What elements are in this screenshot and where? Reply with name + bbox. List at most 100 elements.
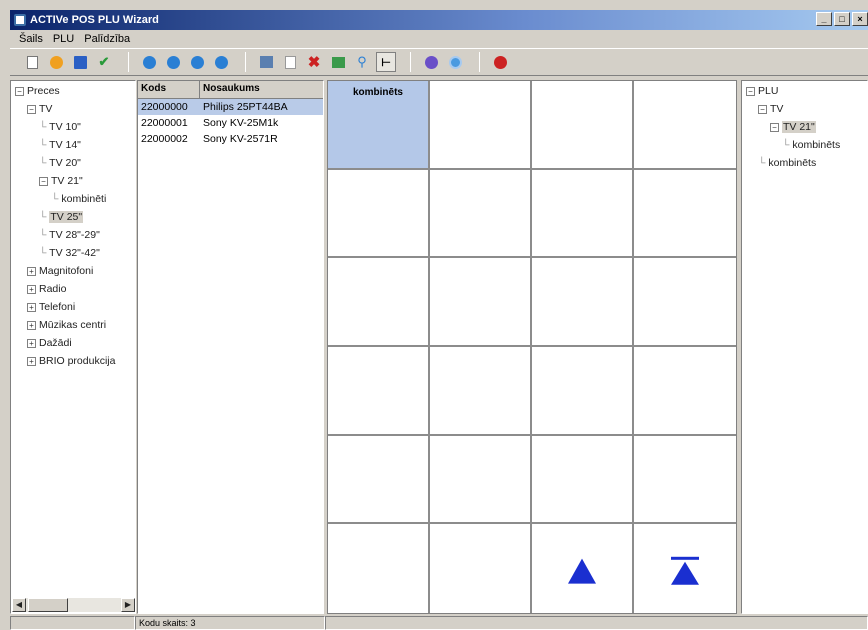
- category-tree-node[interactable]: └ TV 20": [39, 155, 81, 171]
- plu-button[interactable]: kombinēts: [328, 81, 430, 170]
- plu-button[interactable]: [634, 258, 736, 347]
- export-button[interactable]: [328, 52, 348, 72]
- category-tree-node[interactable]: └ TV 28"-29": [39, 227, 100, 243]
- plu-button[interactable]: [328, 346, 430, 436]
- plu-button[interactable]: [634, 347, 736, 436]
- expand-icon[interactable]: +: [27, 302, 36, 312]
- plu-tree-node[interactable]: └ kombinēts: [782, 137, 840, 153]
- category-tree-node[interactable]: + BRIO produkcija: [27, 353, 115, 369]
- horizontal-scrollbar[interactable]: ◀ ▶: [12, 598, 135, 612]
- nav-next-button[interactable]: [187, 52, 207, 72]
- table-row[interactable]: 22000002 Sony KV-2571R: [138, 131, 323, 147]
- maximize-button[interactable]: □: [834, 12, 850, 26]
- expand-icon[interactable]: +: [27, 320, 36, 330]
- category-tree-node-label: Dažādi: [39, 337, 72, 349]
- check-button[interactable]: ✔: [94, 52, 114, 72]
- exit-button[interactable]: [490, 52, 510, 72]
- nav-prev-button[interactable]: [163, 52, 183, 72]
- plu-button[interactable]: [328, 169, 430, 259]
- collapse-icon[interactable]: −: [770, 122, 779, 132]
- scroll-track[interactable]: [68, 598, 121, 612]
- expand-icon[interactable]: +: [27, 338, 36, 348]
- plu-button[interactable]: [634, 436, 736, 525]
- product-list[interactable]: Kods Nosaukums 22000000 Philips 25PT44BA 2…: [137, 80, 324, 614]
- category-tree-node[interactable]: − TV: [27, 101, 52, 117]
- arrow-up-icon: [567, 556, 597, 587]
- category-tree-node[interactable]: + Magnitofoni: [27, 263, 93, 279]
- plu-button[interactable]: [328, 258, 430, 347]
- plu-button[interactable]: [532, 435, 634, 525]
- category-tree-node[interactable]: └ TV 25": [39, 209, 84, 225]
- expand-icon[interactable]: +: [27, 266, 36, 276]
- plu-button[interactable]: [430, 258, 532, 347]
- category-tree-node[interactable]: − Preces: [15, 83, 60, 99]
- plu-tree-node-label: kombinēts: [768, 157, 817, 169]
- plu-button[interactable]: [430, 524, 532, 613]
- close-button[interactable]: ×: [852, 12, 868, 26]
- menu-file[interactable]: Šails: [14, 33, 48, 45]
- collapse-icon[interactable]: −: [15, 86, 24, 96]
- cell-code: 22000002: [141, 133, 188, 145]
- collapse-icon[interactable]: −: [39, 176, 48, 186]
- column-header-code[interactable]: Kods: [138, 81, 200, 98]
- menu-help[interactable]: Palīdzība: [79, 33, 135, 45]
- new-file-button[interactable]: [22, 52, 42, 72]
- menu-plu[interactable]: PLU: [48, 33, 79, 45]
- category-tree-node[interactable]: − TV 21": [39, 173, 83, 189]
- plu-button[interactable]: [328, 435, 430, 525]
- plu-button[interactable]: [634, 81, 736, 170]
- expand-icon[interactable]: +: [27, 356, 36, 366]
- plu-button[interactable]: [532, 169, 634, 259]
- plu-tree-node[interactable]: − TV 21": [770, 119, 816, 135]
- cell-name: Sony KV-2571R: [203, 133, 278, 145]
- settings-button[interactable]: [421, 52, 441, 72]
- plu-tree[interactable]: − PLU − TV − TV 21" └ kombinēts └ kombinēts: [741, 80, 868, 614]
- category-tree-node[interactable]: └ TV 10": [39, 119, 81, 135]
- expand-icon[interactable]: +: [27, 284, 36, 294]
- minimize-button[interactable]: _: [816, 12, 832, 26]
- search-button[interactable]: ⚲: [352, 52, 372, 72]
- copy-button[interactable]: [280, 52, 300, 72]
- category-tree[interactable]: − Preces − TV └ TV 10" └ TV 14" └ TV 20" − TV 21…: [10, 80, 136, 614]
- plu-button[interactable]: [532, 346, 634, 436]
- status-pane-right: [325, 616, 868, 630]
- category-tree-node[interactable]: + Telefoni: [27, 299, 75, 315]
- category-tree-node[interactable]: + Dažādi: [27, 335, 72, 351]
- collapse-icon[interactable]: −: [758, 104, 767, 114]
- nav-last-button[interactable]: [211, 52, 231, 72]
- collapse-icon[interactable]: −: [27, 104, 36, 114]
- print-button[interactable]: [256, 52, 276, 72]
- category-tree-node-label: Telefoni: [39, 301, 76, 313]
- category-tree-node[interactable]: + Radio: [27, 281, 66, 297]
- plu-button[interactable]: [532, 81, 634, 170]
- scroll-right-icon[interactable]: ▶: [121, 598, 135, 612]
- save-button[interactable]: [70, 52, 90, 72]
- open-button[interactable]: [46, 52, 66, 72]
- plu-button[interactable]: [430, 346, 532, 436]
- plu-button[interactable]: [532, 258, 634, 347]
- plu-button[interactable]: [430, 81, 532, 170]
- delete-button[interactable]: ✖: [304, 52, 324, 72]
- table-row[interactable]: 22000001 Sony KV-25M1k: [138, 115, 323, 131]
- plu-tree-node[interactable]: − PLU: [746, 83, 778, 99]
- plu-tree-node[interactable]: └ kombinēts: [758, 155, 816, 171]
- plu-button[interactable]: [430, 435, 532, 525]
- category-tree-node[interactable]: + Mūzikas centri: [27, 317, 106, 333]
- info-button[interactable]: [445, 52, 465, 72]
- plu-button[interactable]: [430, 169, 532, 259]
- plu-button[interactable]: [634, 170, 736, 259]
- collapse-icon[interactable]: −: [746, 86, 755, 96]
- category-tree-node[interactable]: └ TV 32"-42": [39, 245, 100, 261]
- tree-view-button[interactable]: ⊢: [376, 52, 396, 72]
- column-header-name[interactable]: Nosaukums: [200, 81, 323, 98]
- plu-button[interactable]: [532, 524, 634, 613]
- category-tree-node[interactable]: └ TV 14": [39, 137, 81, 153]
- table-row[interactable]: 22000000 Philips 25PT44BA: [138, 99, 323, 115]
- scroll-thumb[interactable]: [28, 598, 68, 612]
- nav-first-button[interactable]: [139, 52, 159, 72]
- plu-tree-node[interactable]: − TV: [758, 101, 783, 117]
- scroll-left-icon[interactable]: ◀: [12, 598, 26, 612]
- plu-button[interactable]: [328, 524, 430, 613]
- plu-button[interactable]: [634, 524, 736, 613]
- category-tree-node[interactable]: └ kombinēti: [51, 191, 106, 207]
